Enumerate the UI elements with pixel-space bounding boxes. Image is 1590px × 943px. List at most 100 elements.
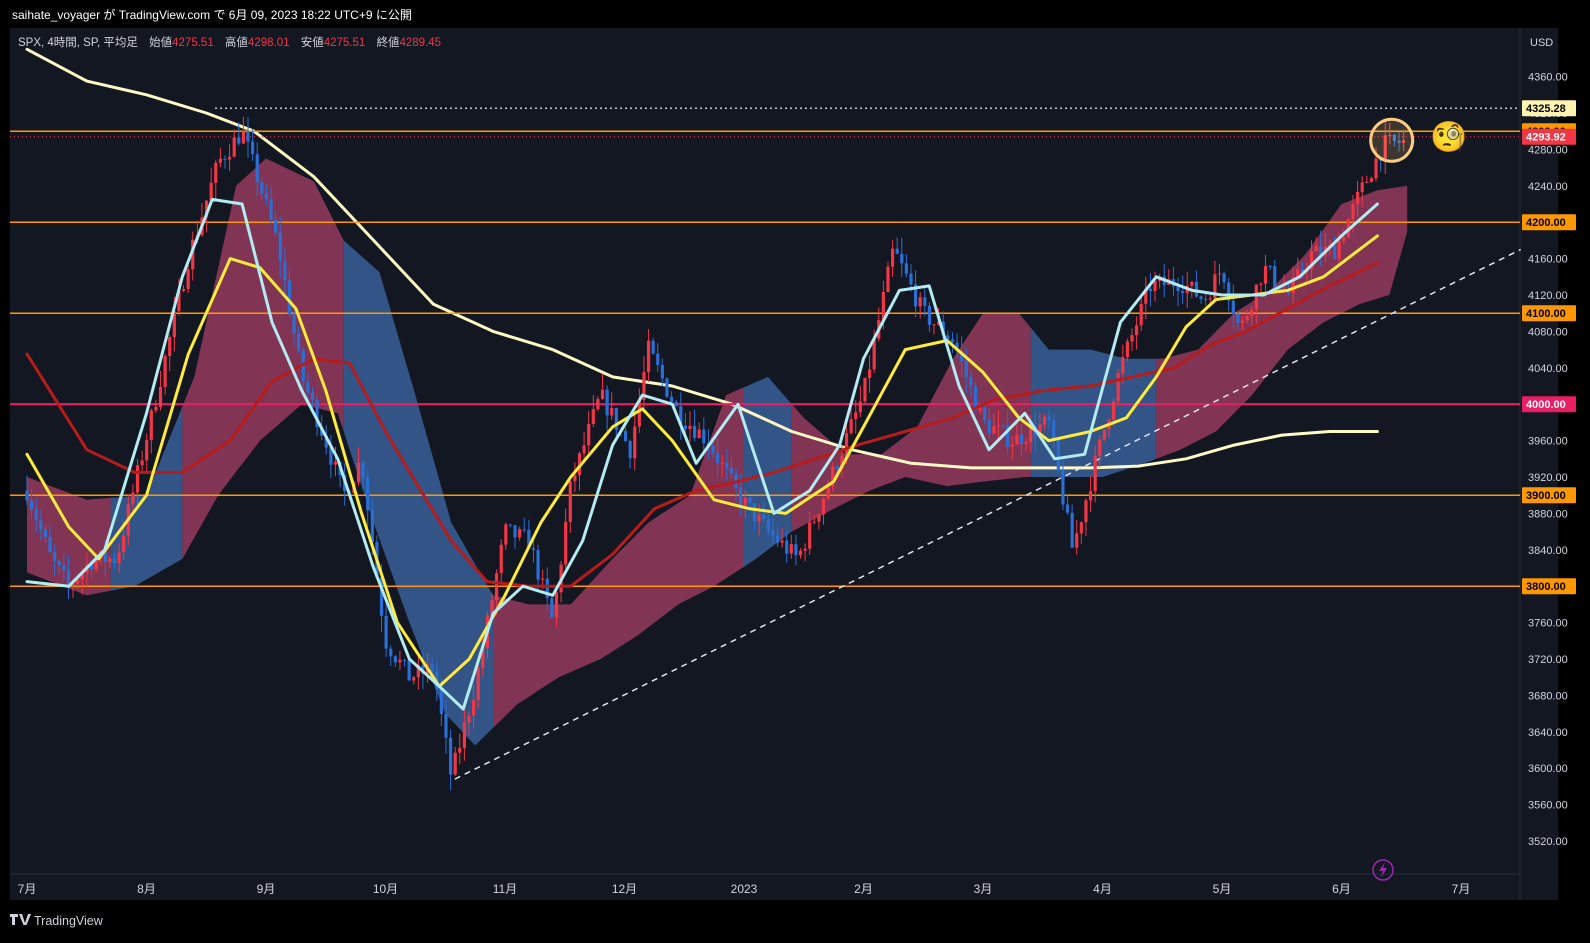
candle-down — [1222, 273, 1226, 283]
candle-down — [1181, 291, 1185, 294]
candle-up — [1351, 204, 1355, 220]
level-tag: 4100.00 — [1526, 308, 1566, 320]
candle-up — [886, 266, 890, 293]
candle-up — [227, 156, 232, 160]
candle-up — [1374, 158, 1378, 179]
candle-up — [453, 752, 457, 775]
candle-up — [168, 336, 172, 357]
candle-down — [752, 503, 757, 522]
candle-down — [665, 378, 669, 397]
candle-up — [117, 552, 121, 564]
candle-down — [950, 339, 955, 343]
candle-up — [1125, 341, 1129, 358]
ohlc-legend: SPX, 4時間, SP, 平均足 始値4275.51 高値4298.01 安値… — [18, 35, 441, 49]
price-tick-label: 3760.00 — [1528, 618, 1568, 630]
candle-down — [835, 466, 839, 470]
candle-up — [462, 722, 466, 748]
candle-up — [789, 544, 793, 554]
candle-down — [771, 530, 775, 536]
candle-up — [932, 324, 936, 326]
candle-down — [260, 182, 264, 194]
candle-down — [531, 548, 536, 551]
candle-up — [1111, 401, 1116, 420]
candle-up — [582, 445, 586, 454]
candle-up — [1121, 357, 1125, 374]
candle-up — [163, 356, 167, 388]
legend-open-value: 4275.51 — [172, 37, 214, 49]
candle-down — [522, 529, 526, 531]
price-tick-label: 3640.00 — [1528, 727, 1568, 739]
chart-stage: 🧐 4360.004320.004280.004240.004200.00416… — [0, 0, 1590, 938]
candle-down — [246, 131, 250, 142]
thinking-emoji: 🧐 — [1430, 120, 1467, 154]
price-chart[interactable]: 🧐 4360.004320.004280.004240.004200.00416… — [0, 0, 1590, 938]
time-tick-label: 7月 — [1452, 882, 1471, 896]
price-tick-label: 4120.00 — [1528, 290, 1568, 302]
time-tick-label: 12月 — [612, 882, 637, 896]
time-tick-label: 6月 — [1332, 882, 1351, 896]
level-tag: 4000.00 — [1526, 399, 1566, 411]
candle-up — [158, 387, 163, 407]
candle-up — [1365, 181, 1369, 183]
candle-up — [996, 425, 1001, 427]
candle-down — [1236, 314, 1240, 323]
candle-up — [1250, 309, 1254, 317]
candle-down — [550, 598, 554, 618]
candle-up — [780, 540, 784, 543]
candle-down — [269, 199, 273, 220]
candle-up — [587, 423, 591, 446]
candle-down — [702, 429, 706, 444]
candle-up — [122, 535, 126, 553]
candle-down — [1332, 245, 1337, 260]
candle-up — [1075, 533, 1079, 548]
candle-up — [1217, 273, 1222, 275]
candle-up — [812, 521, 816, 523]
price-tick-label: 4240.00 — [1528, 181, 1568, 193]
candle-down — [223, 158, 227, 160]
candle-up — [1093, 456, 1097, 492]
candle-down — [766, 519, 770, 531]
candle-down — [716, 453, 720, 463]
candle-up — [918, 297, 922, 307]
price-tick-label: 4160.00 — [1528, 254, 1568, 266]
candle-up — [209, 182, 213, 201]
candle-up — [573, 475, 577, 482]
candle-down — [389, 648, 393, 657]
level-tag: 3900.00 — [1526, 490, 1566, 502]
candle-down — [53, 552, 57, 561]
candle-up — [356, 462, 361, 483]
candle-down — [794, 544, 798, 556]
candle-up — [140, 460, 144, 466]
candle-up — [757, 514, 761, 522]
candle-up — [398, 659, 402, 663]
candle-up — [610, 408, 614, 416]
candle-up — [803, 548, 807, 551]
candle-down — [785, 540, 789, 554]
candle-up — [1190, 281, 1194, 286]
candle-down — [923, 297, 927, 306]
candle-up — [1098, 439, 1102, 457]
candle-up — [518, 529, 522, 538]
candle-up — [600, 389, 605, 399]
candle-down — [1273, 266, 1277, 287]
legend-close-label: 終値 — [376, 35, 399, 49]
candle-down — [112, 558, 117, 564]
candle-down — [274, 219, 278, 233]
candle-down — [739, 487, 743, 506]
candle-up — [214, 162, 218, 183]
candle-down — [1194, 281, 1199, 297]
candle-up — [1139, 303, 1143, 326]
candle-down — [48, 536, 52, 553]
candle-up — [218, 158, 222, 163]
candle-up — [541, 578, 545, 580]
candle-up — [564, 521, 568, 565]
candle-down — [1047, 416, 1051, 421]
tradingview-brand: TradingView — [34, 914, 104, 928]
candle-down — [983, 407, 987, 421]
candle-up — [1254, 284, 1258, 310]
candle-down — [287, 280, 292, 315]
price-tick-label: 4080.00 — [1528, 326, 1568, 338]
candle-up — [467, 715, 471, 723]
candle-down — [444, 713, 448, 738]
price-tick-label: 4280.00 — [1528, 144, 1568, 156]
